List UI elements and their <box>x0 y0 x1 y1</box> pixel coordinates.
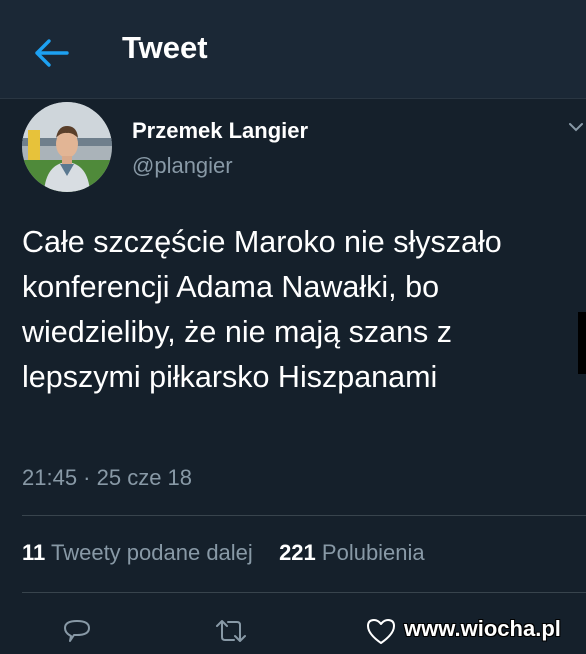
retweet-icon <box>216 620 246 642</box>
divider <box>22 592 586 593</box>
likes-count: 221 <box>279 540 316 565</box>
author-handle[interactable]: @plangier <box>132 153 233 179</box>
divider <box>22 515 586 516</box>
retweets-count: 11 <box>22 540 46 565</box>
avatar[interactable] <box>22 102 112 192</box>
reply-button[interactable] <box>60 614 94 648</box>
reply-icon <box>64 620 90 642</box>
author-name[interactable]: Przemek Langier <box>132 118 308 144</box>
heart-icon <box>367 619 395 644</box>
like-button[interactable] <box>364 614 398 648</box>
arrow-left-icon <box>35 39 69 67</box>
retweet-button[interactable] <box>214 614 248 648</box>
likes-stat[interactable]: 221 Polubienia <box>279 540 425 565</box>
tweet-stats: 11 Tweety podane dalej 221 Polubienia <box>22 540 425 566</box>
retweet-stat[interactable]: 11 Tweety podane dalej <box>22 540 259 565</box>
chevron-down-icon[interactable] <box>566 118 586 138</box>
edge-bar <box>578 312 586 374</box>
tweet-timestamp[interactable]: 21:45 · 25 cze 18 <box>22 465 192 491</box>
back-button[interactable] <box>30 32 72 74</box>
watermark: www.wiocha.pl <box>404 616 561 641</box>
retweets-label: Tweety podane dalej <box>50 540 253 565</box>
likes-label: Polubienia <box>321 540 425 565</box>
page-title: Tweet <box>122 30 208 65</box>
tweet-text: Całe szczęście Maroko nie słyszało konfe… <box>22 225 502 394</box>
top-bar: Tweet <box>0 0 586 99</box>
